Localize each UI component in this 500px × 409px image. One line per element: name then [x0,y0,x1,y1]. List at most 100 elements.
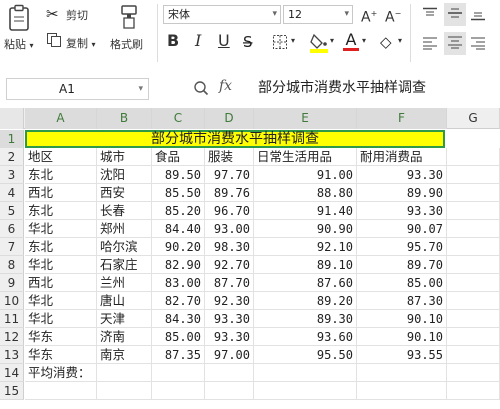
table-cell[interactable]: 济南 [97,328,152,346]
row-header[interactable]: 4 [0,184,24,202]
font-name-select[interactable]: 宋体 ▾ [163,5,281,24]
table-cell[interactable]: 89.30 [254,310,357,328]
table-cell[interactable]: 华北 [25,292,97,310]
table-cell[interactable]: 90.07 [357,220,447,238]
cut-button[interactable]: 剪切 [66,7,88,23]
select-all-corner[interactable] [0,108,24,129]
format-painter-icon[interactable] [118,4,140,34]
row-header[interactable]: 7 [0,238,24,256]
chevron-down-icon[interactable]: ▾ [362,36,366,45]
row-header[interactable]: 5 [0,202,24,220]
table-cell[interactable]: 87.30 [357,292,447,310]
table-cell[interactable] [447,256,500,274]
table-cell[interactable] [254,382,357,400]
table-cell[interactable] [97,364,152,382]
border-icon[interactable] [272,34,288,54]
table-cell[interactable]: 93.00 [205,220,254,238]
row-header[interactable]: 1 [0,130,24,148]
table-cell[interactable]: 东北 [25,202,97,220]
table-cell[interactable] [205,382,254,400]
align-left-icon[interactable] [422,35,438,54]
table-cell[interactable]: 郑州 [97,220,152,238]
table-cell[interactable] [152,364,205,382]
chevron-down-icon[interactable]: ▾ [330,36,334,45]
font-size-select[interactable]: 12 ▾ [283,5,353,24]
align-center-icon[interactable] [444,32,466,55]
underline-button[interactable]: U [218,31,230,51]
copy-button[interactable]: 复制 ▾ [66,35,96,51]
table-cell[interactable] [447,148,500,166]
table-cell[interactable]: 92.10 [254,238,357,256]
table-cell[interactable]: 西北 [25,184,97,202]
table-cell[interactable]: 天津 [97,310,152,328]
zoom-search-icon[interactable] [193,80,209,100]
table-cell[interactable]: 90.10 [357,310,447,328]
table-cell[interactable] [97,382,152,400]
font-color-icon[interactable]: A [343,30,359,51]
table-cell[interactable]: 95.50 [254,346,357,364]
chevron-down-icon[interactable]: ▾ [291,36,295,45]
table-cell[interactable]: 东北 [25,166,97,184]
table-cell[interactable]: 84.30 [152,310,205,328]
column-header-g[interactable]: G [447,108,500,129]
table-cell[interactable]: 城市 [97,148,152,166]
row-header[interactable]: 9 [0,274,24,292]
table-cell[interactable]: 91.00 [254,166,357,184]
table-cell[interactable]: 沈阳 [97,166,152,184]
table-cell[interactable]: 91.40 [254,202,357,220]
table-cell[interactable]: 92.30 [205,292,254,310]
paste-button[interactable]: 粘贴 ▾ [4,36,34,52]
table-cell[interactable]: 87.60 [254,274,357,292]
decrease-font-icon[interactable]: A− [385,4,401,28]
table-cell[interactable]: 石家庄 [97,256,152,274]
table-cell[interactable]: 西安 [97,184,152,202]
table-cell[interactable]: 89.76 [205,184,254,202]
table-cell[interactable]: 89.90 [357,184,447,202]
row-header[interactable]: 8 [0,256,24,274]
column-header-c[interactable]: C [152,108,205,129]
table-cell[interactable] [357,364,447,382]
table-cell[interactable]: 南京 [97,346,152,364]
align-right-icon[interactable] [470,35,486,54]
table-cell[interactable] [447,292,500,310]
paste-icon[interactable] [6,4,34,36]
table-cell[interactable]: 唐山 [97,292,152,310]
table-cell[interactable]: 华东 [25,346,97,364]
table-cell[interactable]: 西北 [25,274,97,292]
table-cell[interactable]: 兰州 [97,274,152,292]
table-cell[interactable] [254,364,357,382]
table-cell[interactable] [447,364,500,382]
table-cell[interactable]: 85.20 [152,202,205,220]
scissors-icon[interactable]: ✂ [46,5,59,23]
increase-font-icon[interactable]: A+ [361,4,377,28]
column-header-b[interactable]: B [97,108,152,129]
column-header-f[interactable]: F [357,108,447,129]
table-cell[interactable]: 89.50 [152,166,205,184]
table-cell[interactable] [447,310,500,328]
table-cell[interactable]: 93.60 [254,328,357,346]
row-header[interactable]: 11 [0,310,24,328]
row-header[interactable]: 15 [0,382,24,400]
row-header[interactable]: 3 [0,166,24,184]
strikethrough-icon[interactable]: S̶ [243,33,253,51]
table-cell[interactable]: 97.00 [205,346,254,364]
format-painter-button[interactable]: 格式刷 [110,36,143,52]
fill-color-icon[interactable] [309,31,329,57]
table-cell[interactable] [152,382,205,400]
table-cell[interactable]: 93.30 [357,202,447,220]
table-cell[interactable]: 98.30 [205,238,254,256]
table-cell[interactable]: 92.70 [205,256,254,274]
table-cell[interactable]: 日常生活用品 [254,148,357,166]
fx-icon[interactable]: fx [219,78,232,94]
table-cell[interactable]: 东北 [25,238,97,256]
chevron-down-icon[interactable]: ▾ [398,36,402,45]
table-cell[interactable] [447,220,500,238]
column-header-e[interactable]: E [254,108,357,129]
table-cell[interactable]: 华北 [25,310,97,328]
table-cell[interactable]: 华北 [25,220,97,238]
table-cell[interactable]: 82.70 [152,292,205,310]
table-cell[interactable] [447,328,500,346]
table-cell[interactable]: 89.10 [254,256,357,274]
table-cell[interactable] [447,166,500,184]
table-cell[interactable]: 84.40 [152,220,205,238]
